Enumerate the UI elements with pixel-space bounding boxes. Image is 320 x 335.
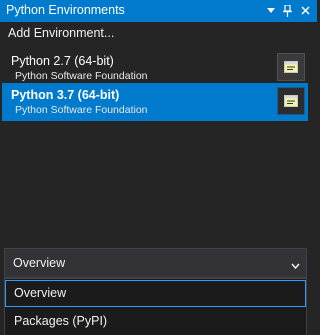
open-interactive-window-button[interactable] xyxy=(277,87,305,115)
close-icon[interactable] xyxy=(297,2,313,19)
view-selector-options: Overview Packages (PyPI) xyxy=(4,278,307,335)
environment-publisher: Python Software Foundation xyxy=(15,70,148,82)
chevron-down-icon xyxy=(291,257,300,275)
environment-name: Python 3.7 (64-bit) xyxy=(11,88,120,102)
option-overview[interactable]: Overview xyxy=(5,280,306,307)
open-interactive-window-button[interactable] xyxy=(277,53,305,81)
view-selector-dropdown[interactable]: Overview xyxy=(4,248,307,278)
add-environment-link[interactable]: Add Environment... xyxy=(8,26,114,40)
option-packages-pypi[interactable]: Packages (PyPI) xyxy=(5,308,306,335)
environment-item-python37[interactable]: Python 3.7 (64-bit) Python Software Foun… xyxy=(2,83,308,121)
environment-publisher: Python Software Foundation xyxy=(15,104,148,116)
view-selector-value: Overview xyxy=(13,256,66,270)
pin-icon[interactable] xyxy=(279,2,295,19)
option-label: Packages (PyPI) xyxy=(14,314,108,328)
tool-window-titlebar: Python Environments xyxy=(0,0,317,22)
interactive-window-icon xyxy=(284,95,298,107)
environment-item-python27[interactable]: Python 2.7 (64-bit) Python Software Foun… xyxy=(2,49,308,87)
window-position-dropdown-icon[interactable] xyxy=(263,2,279,19)
tool-window-title: Python Environments xyxy=(6,3,125,17)
interactive-window-icon xyxy=(284,61,298,73)
option-label: Overview xyxy=(14,286,67,300)
environment-name: Python 2.7 (64-bit) xyxy=(11,54,114,68)
